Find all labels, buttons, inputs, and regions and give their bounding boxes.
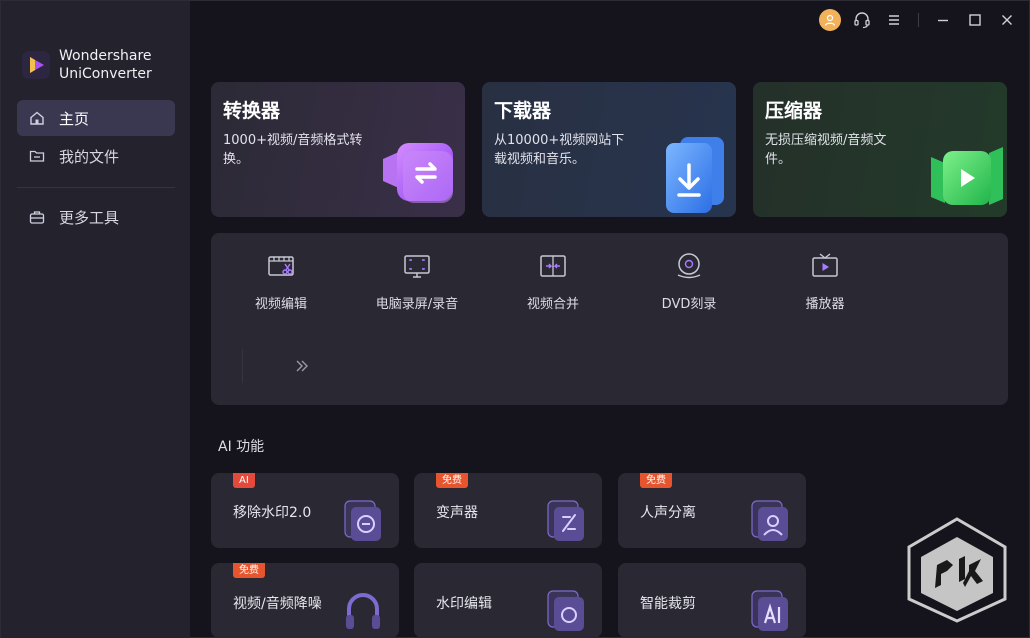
free-badge: 免费 bbox=[436, 473, 468, 488]
ai-card-label: 移除水印2.0 bbox=[233, 505, 312, 521]
ai-section-title: AI 功能 bbox=[218, 439, 265, 455]
screen-record-icon bbox=[404, 255, 430, 278]
tool-screen-record[interactable]: 电脑录屏/录音 bbox=[357, 251, 477, 317]
ai-badge: AI bbox=[233, 473, 255, 488]
noise-reduction-icon bbox=[346, 593, 380, 629]
sidebar-item-label: 主页 bbox=[59, 109, 90, 128]
show-more-tools-button[interactable] bbox=[289, 353, 315, 379]
downloader-card[interactable]: 下载器 从10000+视频网站下载视频和音乐。 bbox=[482, 82, 736, 217]
video-edit-icon bbox=[268, 256, 294, 276]
home-icon bbox=[29, 110, 45, 126]
free-badge: 免费 bbox=[233, 563, 265, 578]
avatar bbox=[819, 9, 841, 31]
panel-divider bbox=[242, 349, 243, 383]
ai-card-label: 水印编辑 bbox=[436, 596, 492, 612]
close-icon bbox=[1002, 15, 1012, 25]
ai-card-smart-crop[interactable]: 智能裁剪 bbox=[618, 563, 806, 638]
brand: Wondershare UniConverter bbox=[21, 47, 152, 83]
converter-card[interactable]: 转换器 1000+视频/音频格式转换。 bbox=[211, 82, 465, 217]
ai-card-voice-changer[interactable]: 免费 变声器 bbox=[414, 473, 602, 548]
support-button[interactable] bbox=[850, 8, 874, 32]
tool-label: 电脑录屏/录音 bbox=[375, 297, 459, 312]
free-badge: 免费 bbox=[640, 473, 672, 488]
voice-changer-icon bbox=[547, 500, 584, 541]
sidebar-item-home[interactable]: 主页 bbox=[17, 100, 175, 136]
toolbox-icon bbox=[29, 209, 45, 225]
tool-label: 播放器 bbox=[805, 297, 845, 312]
headset-icon bbox=[854, 12, 870, 29]
sidebar-item-my-files[interactable]: 我的文件 bbox=[17, 138, 175, 174]
hamburger-menu-icon bbox=[889, 15, 899, 25]
feature-title: 下载器 bbox=[494, 100, 552, 122]
convert-icon bbox=[383, 143, 453, 203]
pixtech-watermark-logo bbox=[907, 517, 1007, 623]
minimize-button[interactable] bbox=[931, 8, 955, 32]
tool-video-merge[interactable]: 视频合并 bbox=[493, 251, 613, 317]
dvd-burn-icon bbox=[677, 253, 701, 279]
sidebar-item-label: 我的文件 bbox=[59, 147, 120, 166]
video-merge-icon bbox=[540, 255, 566, 277]
feature-description: 从10000+视频网站下载视频和音乐。 bbox=[494, 133, 625, 167]
app-logo-icon bbox=[22, 51, 50, 79]
brand-text: Wondershare UniConverter bbox=[59, 47, 152, 83]
ai-card-noise-reduction[interactable]: 免费 视频/音频降噪 bbox=[211, 563, 399, 638]
tool-label: DVD刻录 bbox=[661, 297, 717, 312]
sidebar-divider bbox=[17, 187, 175, 188]
tool-label: 视频编辑 bbox=[254, 297, 307, 312]
feature-title: 转换器 bbox=[223, 100, 281, 122]
feature-description: 无损压缩视频/音频文件。 bbox=[765, 133, 887, 167]
ai-card-label: 智能裁剪 bbox=[640, 596, 696, 612]
brand-name-line2: UniConverter bbox=[59, 66, 152, 82]
minimize-icon bbox=[938, 19, 948, 22]
compressor-card[interactable]: 压缩器 无损压缩视频/音频文件。 bbox=[753, 82, 1007, 217]
watermark-edit-icon bbox=[547, 590, 584, 631]
compress-icon bbox=[931, 147, 1003, 205]
maximize-button[interactable] bbox=[963, 8, 987, 32]
vocal-separation-icon bbox=[751, 500, 788, 541]
title-bar-controls bbox=[818, 8, 1019, 32]
close-button[interactable] bbox=[995, 8, 1019, 32]
ai-card-vocal-separation[interactable]: 免费 人声分离 bbox=[618, 473, 806, 548]
app-window: Wondershare UniConverter 主页 我的文件 更多工具 转换… bbox=[0, 0, 1030, 638]
brand-name-line1: Wondershare bbox=[59, 48, 152, 64]
sidebar-item-more-tools[interactable]: 更多工具 bbox=[17, 199, 175, 235]
ai-card-label: 变声器 bbox=[436, 505, 478, 521]
smart-crop-icon bbox=[751, 590, 788, 631]
title-bar-separator bbox=[918, 13, 919, 27]
ai-card-label: 人声分离 bbox=[640, 505, 696, 521]
account-button[interactable] bbox=[818, 8, 842, 32]
player-icon bbox=[812, 253, 838, 277]
tool-label: 视频合并 bbox=[526, 297, 579, 312]
double-chevron-right-icon bbox=[296, 360, 308, 372]
folder-icon bbox=[29, 148, 45, 164]
menu-button[interactable] bbox=[882, 8, 906, 32]
tool-player[interactable]: 播放器 bbox=[765, 251, 885, 317]
sidebar-item-label: 更多工具 bbox=[59, 208, 120, 227]
tool-video-edit[interactable]: 视频编辑 bbox=[221, 251, 341, 317]
user-icon bbox=[824, 14, 836, 26]
download-icon bbox=[666, 137, 724, 213]
feature-title: 压缩器 bbox=[765, 100, 823, 122]
ai-card-watermark-edit[interactable]: 水印编辑 bbox=[414, 563, 602, 638]
watermark-remove-icon bbox=[344, 500, 381, 541]
feature-description: 1000+视频/音频格式转换。 bbox=[223, 133, 363, 167]
maximize-icon bbox=[969, 14, 981, 26]
ai-card-watermark-remove[interactable]: AI 移除水印2.0 bbox=[211, 473, 399, 548]
ai-card-label: 视频/音频降噪 bbox=[233, 596, 322, 612]
sidebar: Wondershare UniConverter 主页 我的文件 更多工具 bbox=[1, 1, 190, 638]
tools-panel: 视频编辑 电脑录屏/录音 视频合并 DVD刻录 播放器 bbox=[211, 233, 1008, 405]
tool-dvd-burn[interactable]: DVD刻录 bbox=[629, 251, 749, 317]
